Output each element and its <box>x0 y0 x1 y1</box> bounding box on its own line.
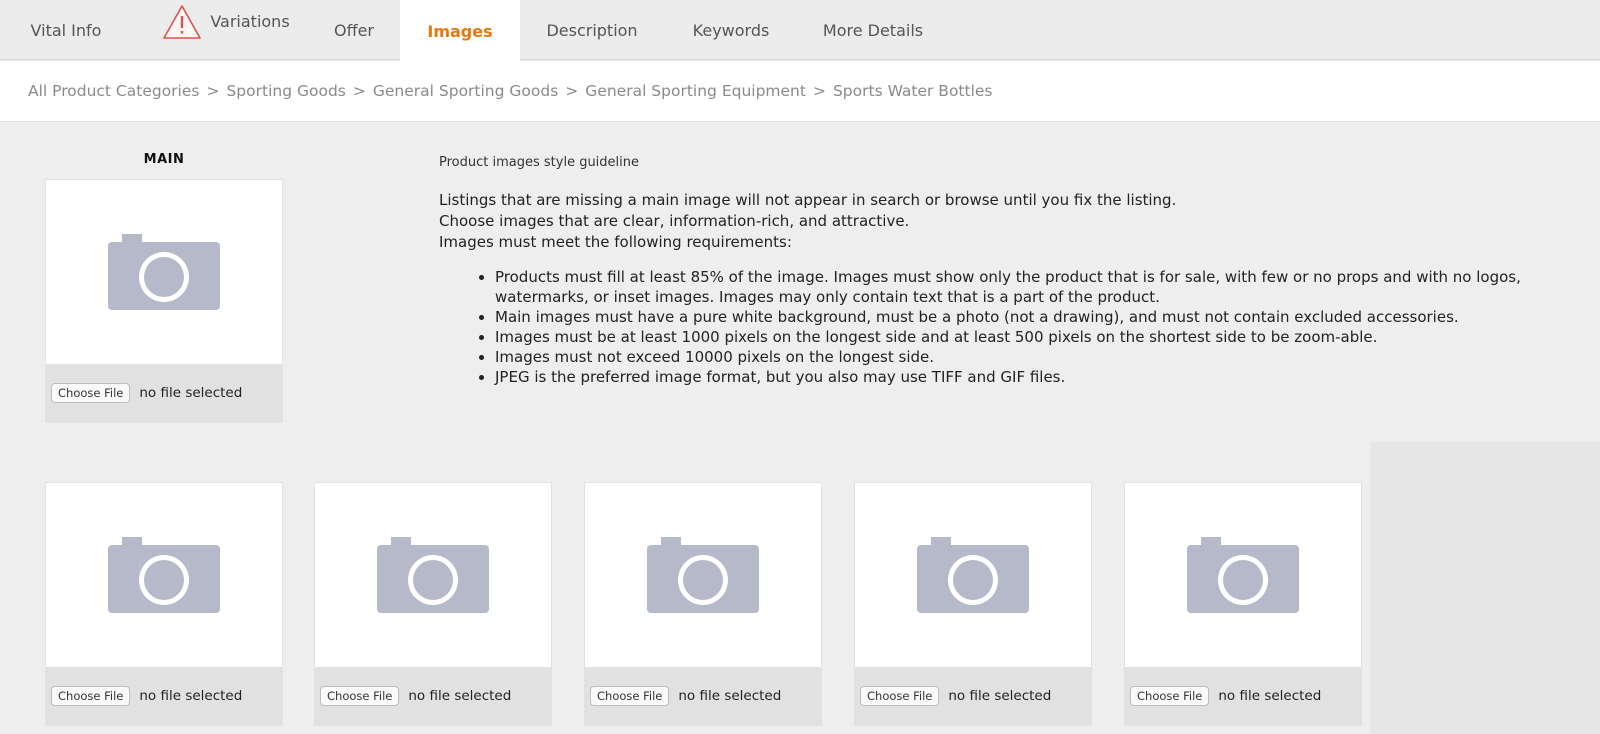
choose-file-button[interactable]: Choose File <box>51 686 131 706</box>
breadcrumb-separator: > <box>565 82 579 100</box>
file-picker-row: Choose File no file selected <box>315 667 551 725</box>
requirements-list: Products must fill at least 85% of the i… <box>495 267 1549 387</box>
breadcrumb-item[interactable]: All Product Categories <box>28 82 199 100</box>
choose-file-button[interactable]: Choose File <box>1130 686 1210 706</box>
tab-vital-info[interactable]: Vital Info <box>10 0 122 60</box>
additional-image-slot: Choose File no file selected <box>1124 482 1362 726</box>
breadcrumb-separator: > <box>812 82 826 100</box>
file-status: no file selected <box>408 688 512 704</box>
guideline-intro-line: Listings that are missing a main image w… <box>439 191 1177 209</box>
file-picker-row: Choose File no file selected <box>46 667 282 725</box>
file-picker-row: Choose File no file selected <box>46 364 282 422</box>
tab-bar: Vital Info Variations Offer Images Descr… <box>0 0 1600 62</box>
additional-image-slot: Choose File no file selected <box>584 482 822 726</box>
tab-label: Images <box>427 21 493 41</box>
camera-icon <box>108 537 220 613</box>
breadcrumb-separator: > <box>206 82 220 100</box>
camera-icon <box>108 234 220 310</box>
file-status: no file selected <box>139 385 243 401</box>
warning-triangle-icon <box>163 5 202 39</box>
breadcrumb-item[interactable]: General Sporting Goods <box>373 82 558 100</box>
guideline-text: Listings that are missing a main image w… <box>439 190 1549 387</box>
tab-offer[interactable]: Offer <box>318 0 390 60</box>
additional-image-slot: Choose File no file selected <box>314 482 552 726</box>
breadcrumb-separator: > <box>352 82 366 100</box>
tab-label: Keywords <box>692 20 770 40</box>
tab-label: More Details <box>822 20 924 40</box>
additional-image-slot: Choose File no file selected <box>45 482 283 726</box>
choose-file-button[interactable]: Choose File <box>320 686 400 706</box>
choose-file-button[interactable]: Choose File <box>590 686 670 706</box>
file-status: no file selected <box>678 688 782 704</box>
camera-icon <box>647 537 759 613</box>
image-preview <box>315 483 551 667</box>
image-preview <box>585 483 821 667</box>
file-picker-row: Choose File no file selected <box>1125 667 1361 725</box>
camera-icon <box>377 537 489 613</box>
image-preview <box>1125 483 1361 667</box>
images-panel: MAIN Choose File no file selected Produc… <box>0 122 1600 734</box>
breadcrumb-item[interactable]: General Sporting Equipment <box>585 82 806 100</box>
guideline-intro-line: Choose images that are clear, informatio… <box>439 212 910 230</box>
file-status: no file selected <box>1218 688 1322 704</box>
file-status: no file selected <box>139 688 243 704</box>
breadcrumb-item[interactable]: Sporting Goods <box>226 82 345 100</box>
additional-image-slot: Choose File no file selected <box>854 482 1092 726</box>
requirement-item: Products must fill at least 85% of the i… <box>495 267 1549 307</box>
tab-more-details[interactable]: More Details <box>808 0 938 60</box>
choose-file-button[interactable]: Choose File <box>860 686 940 706</box>
requirement-item: Images must not exceed 10000 pixels on t… <box>495 347 1549 367</box>
file-picker-row: Choose File no file selected <box>855 667 1091 725</box>
choose-file-button[interactable]: Choose File <box>51 383 131 403</box>
requirement-item: JPEG is the preferred image format, but … <box>495 367 1549 387</box>
requirement-item: Main images must have a pure white backg… <box>495 307 1549 327</box>
tab-label: Offer <box>333 20 375 40</box>
file-status: no file selected <box>948 688 1052 704</box>
requirement-item: Images must be at least 1000 pixels on t… <box>495 327 1549 347</box>
tab-description[interactable]: Description <box>532 0 652 60</box>
main-image-label: MAIN <box>143 152 185 167</box>
right-gutter <box>1370 442 1600 734</box>
image-preview <box>855 483 1091 667</box>
camera-icon <box>917 537 1029 613</box>
breadcrumb-item[interactable]: Sports Water Bottles <box>833 82 993 100</box>
file-picker-row: Choose File no file selected <box>585 667 821 725</box>
main-image-slot: Choose File no file selected <box>45 179 283 423</box>
tab-images[interactable]: Images <box>400 0 520 62</box>
tab-keywords[interactable]: Keywords <box>676 0 786 60</box>
camera-icon <box>1187 537 1299 613</box>
tab-label: Variations <box>210 12 290 31</box>
image-preview <box>46 483 282 667</box>
breadcrumb: All Product Categories > Sporting Goods … <box>0 61 1600 122</box>
tab-label: Vital Info <box>30 20 102 40</box>
tab-label: Description <box>546 20 638 40</box>
tab-variations[interactable]: Variations <box>152 0 300 60</box>
image-preview <box>46 180 282 364</box>
guideline-link[interactable]: Product images style guideline <box>439 155 639 170</box>
guideline-intro-line: Images must meet the following requireme… <box>439 233 792 251</box>
